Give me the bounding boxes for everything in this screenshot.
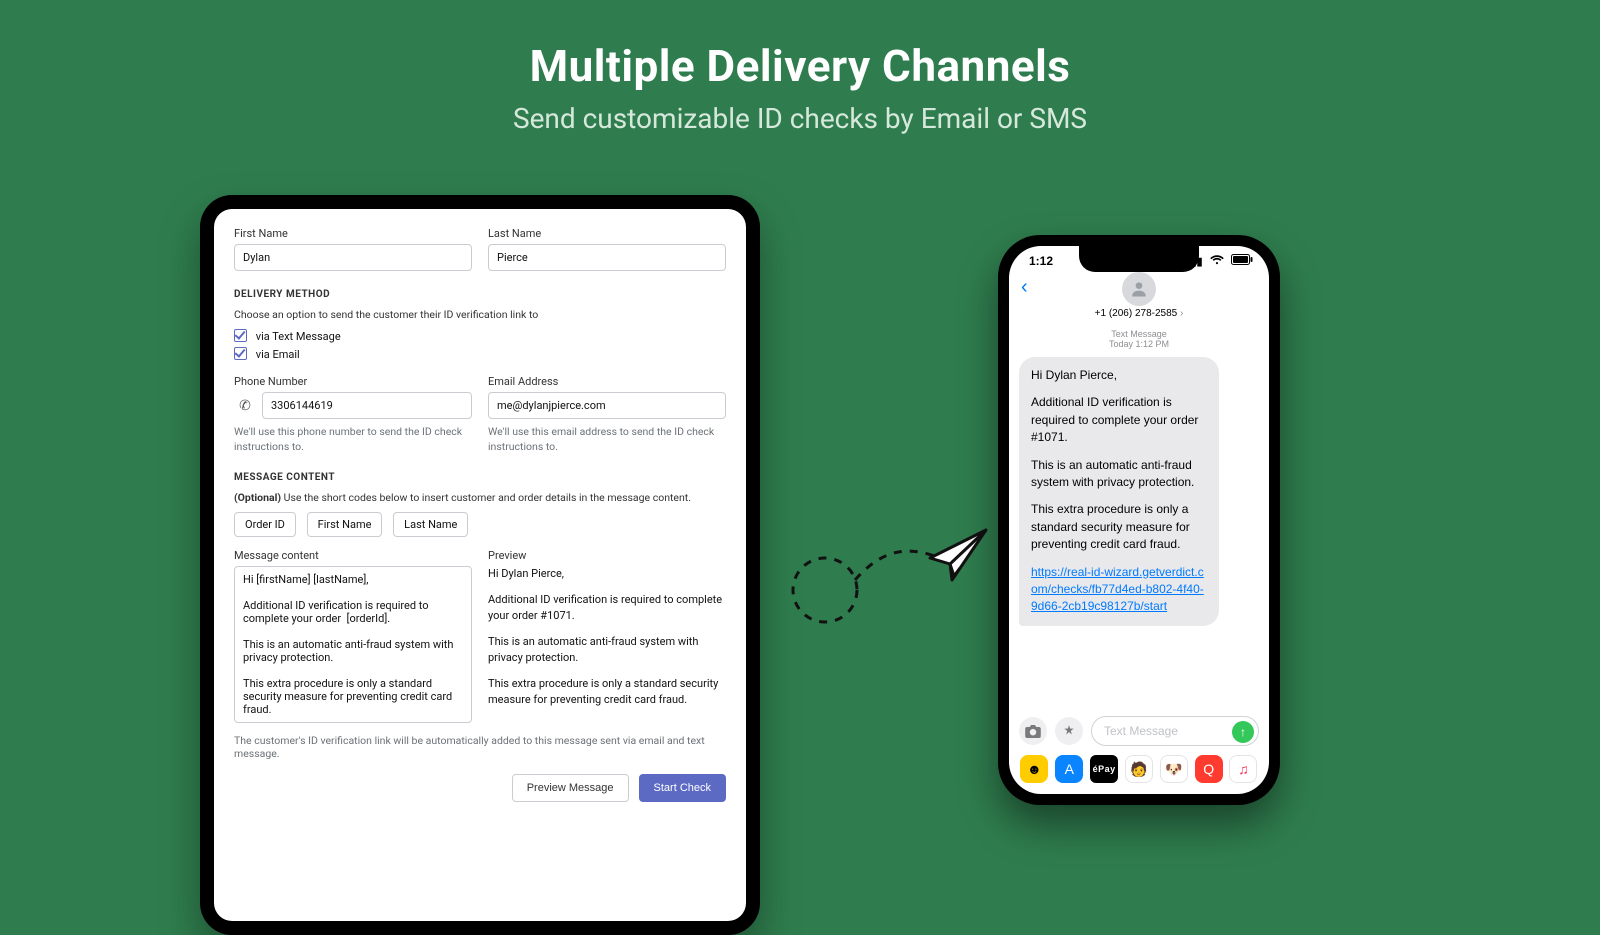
camera-icon[interactable]: [1019, 717, 1047, 745]
compose-placeholder: Text Message: [1104, 724, 1178, 738]
dock-app-icon[interactable]: A: [1055, 755, 1083, 783]
optional-helper: (Optional) Use the short codes below to …: [234, 491, 726, 504]
status-time: 1:12: [1029, 254, 1053, 268]
plane-illustration: [780, 500, 1000, 680]
notch: [1079, 246, 1199, 272]
compose-input[interactable]: Text Message ↑: [1091, 716, 1259, 746]
dock-app-icon[interactable]: 🧑: [1125, 755, 1153, 783]
preview-button[interactable]: Preview Message: [512, 774, 629, 802]
checkbox-text-message[interactable]: via Text Message: [234, 329, 726, 343]
phone-hint: We'll use this phone number to send the …: [234, 425, 472, 454]
delivery-helper: Choose an option to send the customer th…: [234, 308, 726, 321]
last-name-input[interactable]: [488, 244, 726, 271]
checkbox-label: via Email: [256, 348, 300, 361]
avatar-icon: [1122, 272, 1156, 306]
checkbox-email[interactable]: via Email: [234, 347, 726, 361]
checkbox-label: via Text Message: [256, 330, 341, 343]
chip-order-id[interactable]: Order ID: [234, 512, 296, 537]
app-dock: ☻ A éPay 🧑 🐶 Q ♫: [1009, 752, 1269, 786]
chevron-right-icon: ›: [1180, 308, 1183, 319]
last-name-label: Last Name: [488, 227, 726, 240]
phone-label: Phone Number: [234, 375, 472, 388]
message-text: Additional ID verification is required t…: [1031, 394, 1207, 446]
preview-text: Hi Dylan Pierce,: [488, 566, 726, 582]
first-name-label: First Name: [234, 227, 472, 240]
email-input[interactable]: [488, 392, 726, 419]
phone-screen: 1:12 ▮▮▮▮ ‹ +1 (206) 278-2585 › Text Mes…: [1009, 246, 1269, 794]
phone-input[interactable]: [262, 392, 472, 419]
tablet-frame: First Name Last Name DELIVERY METHOD Cho…: [200, 195, 760, 935]
message-text: This extra procedure is only a standard …: [1031, 501, 1207, 553]
back-button[interactable]: ‹: [1021, 276, 1028, 299]
message-bubble: Hi Dylan Pierce, Additional ID verificat…: [1019, 357, 1219, 626]
start-check-button[interactable]: Start Check: [639, 774, 726, 802]
battery-icon: [1231, 256, 1253, 268]
verification-link[interactable]: https://real-id-wizard.getverdict.com/ch…: [1031, 565, 1204, 614]
sender-number[interactable]: +1 (206) 278-2585 ›: [1009, 308, 1269, 319]
email-hint: We'll use this email address to send the…: [488, 425, 726, 454]
message-content-textarea[interactable]: [234, 566, 472, 723]
message-meta: Text Message Today 1:12 PM: [1009, 329, 1269, 349]
delivery-section-title: DELIVERY METHOD: [234, 289, 726, 300]
content-section-title: MESSAGE CONTENT: [234, 472, 726, 483]
preview-text: This is an automatic anti-fraud system w…: [488, 634, 726, 666]
preview-text: Additional ID verification is required t…: [488, 592, 726, 624]
dock-app-icon[interactable]: ♫: [1229, 755, 1257, 783]
dock-app-icon[interactable]: 🐶: [1160, 755, 1188, 783]
footer-note: The customer's ID verification link will…: [234, 734, 726, 760]
email-label: Email Address: [488, 375, 726, 388]
message-text: Hi Dylan Pierce,: [1031, 367, 1207, 384]
dock-app-icon[interactable]: Q: [1195, 755, 1223, 783]
phone-frame: 1:12 ▮▮▮▮ ‹ +1 (206) 278-2585 › Text Mes…: [998, 235, 1280, 805]
hero: Multiple Delivery Channels Send customiz…: [0, 0, 1600, 135]
message-content-label: Message content: [234, 549, 472, 562]
compose-bar: Text Message ↑: [1009, 712, 1269, 750]
chip-last-name[interactable]: Last Name: [393, 512, 468, 537]
form-screen: First Name Last Name DELIVERY METHOD Cho…: [214, 209, 746, 921]
app-store-icon[interactable]: [1055, 717, 1083, 745]
message-text: This is an automatic anti-fraud system w…: [1031, 457, 1207, 492]
apple-pay-icon[interactable]: éPay: [1090, 755, 1118, 783]
dock-app-icon[interactable]: ☻: [1020, 755, 1048, 783]
chip-first-name[interactable]: First Name: [307, 512, 383, 537]
checkbox-icon: [234, 329, 247, 342]
wifi-icon: [1210, 256, 1227, 268]
phone-icon: ✆: [234, 395, 256, 417]
preview-label: Preview: [488, 549, 726, 562]
hero-title: Multiple Delivery Channels: [0, 40, 1600, 92]
send-button[interactable]: ↑: [1232, 721, 1254, 743]
preview-text: This extra procedure is only a standard …: [488, 676, 726, 708]
checkbox-icon: [234, 347, 247, 360]
first-name-input[interactable]: [234, 244, 472, 271]
message-header: ‹ +1 (206) 278-2585 ›: [1009, 272, 1269, 319]
optional-text: Use the short codes below to insert cust…: [281, 491, 691, 504]
hero-subtitle: Send customizable ID checks by Email or …: [0, 102, 1600, 135]
optional-prefix: (Optional): [234, 491, 281, 504]
